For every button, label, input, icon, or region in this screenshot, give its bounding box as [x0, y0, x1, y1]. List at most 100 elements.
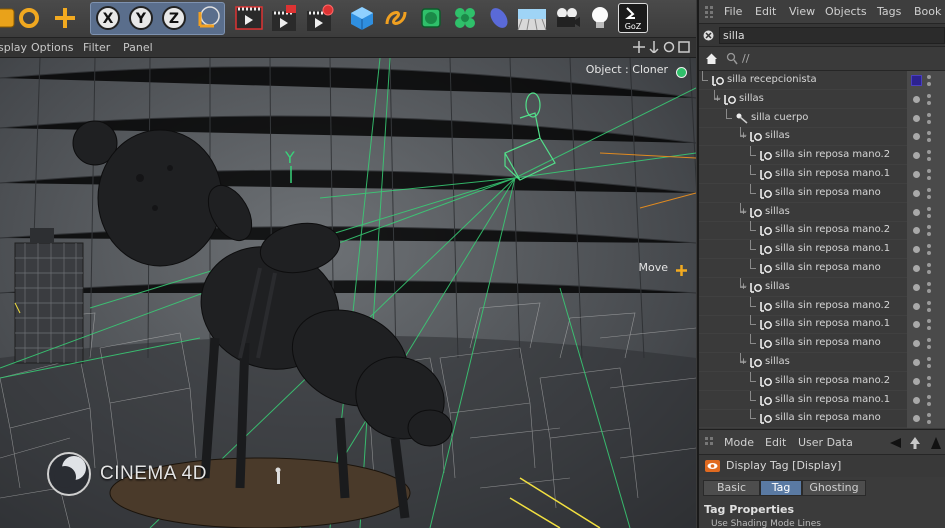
- om-menu-file[interactable]: File: [724, 5, 742, 18]
- layer-dot-icon[interactable]: [913, 415, 920, 423]
- render-visibility-icon[interactable]: [927, 345, 931, 350]
- render-visibility-icon[interactable]: [927, 138, 931, 143]
- render-visibility-icon[interactable]: [927, 232, 931, 237]
- search-crumb-icon[interactable]: [726, 52, 738, 65]
- layer-dot-icon[interactable]: [913, 95, 920, 103]
- layer-dot-icon[interactable]: [913, 359, 920, 366]
- am-menu-mode[interactable]: Mode: [724, 436, 754, 449]
- layer-dot-icon[interactable]: [913, 133, 920, 141]
- layer-dot-icon[interactable]: [913, 396, 920, 404]
- subdivision-icon[interactable]: [416, 3, 446, 33]
- deformer-icon[interactable]: [484, 3, 514, 33]
- tree-row[interactable]: + sillas: [699, 353, 945, 372]
- cube-icon[interactable]: [347, 3, 377, 33]
- tree-row[interactable]: silla sin reposa mano.2: [699, 221, 945, 241]
- move-icon[interactable]: [50, 3, 80, 33]
- axis-z-icon[interactable]: Z: [159, 3, 189, 33]
- editor-visibility-icon[interactable]: [927, 375, 931, 380]
- axis-y-icon[interactable]: Y: [126, 3, 156, 33]
- tree-row[interactable]: silla sin reposa mano.1: [699, 390, 945, 410]
- render-visibility-icon[interactable]: [927, 288, 931, 293]
- om-menu-objects[interactable]: Objects: [825, 5, 867, 18]
- lock-icon[interactable]: [930, 436, 942, 450]
- layer-dot-icon[interactable]: [913, 246, 920, 254]
- editor-visibility-icon[interactable]: [927, 413, 931, 418]
- tree-row[interactable]: silla cuerpo: [699, 108, 945, 128]
- camera-icon[interactable]: [552, 3, 582, 33]
- tree-row[interactable]: + sillas: [699, 89, 945, 109]
- layer-dot-icon[interactable]: [913, 321, 920, 329]
- layer-dot-icon[interactable]: [913, 114, 920, 122]
- tree-expander[interactable]: +: [739, 132, 748, 141]
- layer-dot-icon[interactable]: [913, 171, 920, 178]
- render-visibility-icon[interactable]: [927, 364, 931, 368]
- clear-search-icon[interactable]: [703, 30, 714, 41]
- layer-dot-icon[interactable]: [913, 152, 920, 160]
- dolly-icon[interactable]: [648, 41, 660, 55]
- om-menu-tags[interactable]: Tags: [877, 5, 901, 18]
- render-visibility-icon[interactable]: [927, 194, 931, 199]
- display-tag-icon[interactable]: [911, 75, 922, 86]
- render-visibility-icon[interactable]: [927, 213, 931, 218]
- editor-visibility-icon[interactable]: [927, 319, 931, 324]
- layer-dot-icon[interactable]: [913, 302, 920, 310]
- tree-expander[interactable]: +: [713, 94, 722, 104]
- om-menu-view[interactable]: View: [789, 5, 815, 18]
- viewport-menu-filter[interactable]: Filter: [83, 41, 110, 54]
- tree-row[interactable]: silla sin reposa mano.2: [699, 146, 945, 166]
- axis-x-icon[interactable]: X: [93, 3, 123, 33]
- tree-row[interactable]: silla recepcionista: [699, 71, 945, 90]
- viewport-menu-panel[interactable]: Panel: [123, 41, 153, 54]
- editor-visibility-icon[interactable]: [927, 187, 931, 192]
- render-settings-icon[interactable]: [305, 3, 335, 33]
- layer-dot-icon[interactable]: [913, 208, 920, 216]
- editor-visibility-icon[interactable]: [927, 394, 931, 399]
- layer-dot-icon[interactable]: [913, 377, 920, 385]
- tree-row[interactable]: silla sin reposa mano.1: [699, 315, 945, 335]
- tree-expander[interactable]: +: [739, 358, 748, 367]
- viewport-menu-display[interactable]: splay: [0, 41, 27, 54]
- tree-row[interactable]: silla sin reposa mano.1: [699, 240, 945, 260]
- tree-row[interactable]: silla sin reposa mano.1: [699, 165, 945, 184]
- tree-row[interactable]: silla sin reposa mano.2: [699, 371, 945, 391]
- editor-visibility-icon[interactable]: [927, 263, 931, 267]
- editor-visibility-icon[interactable]: [927, 169, 931, 173]
- render-visibility-icon[interactable]: [927, 401, 931, 406]
- tab-tag[interactable]: Tag: [760, 480, 802, 496]
- am-menu-edit[interactable]: Edit: [765, 436, 786, 449]
- mograph-cloner-icon[interactable]: [450, 3, 480, 33]
- tree-expander[interactable]: +: [739, 207, 748, 217]
- home-icon[interactable]: [705, 52, 718, 65]
- tree-row[interactable]: + sillas: [699, 202, 945, 222]
- editor-visibility-icon[interactable]: [927, 300, 931, 305]
- pan-icon[interactable]: [633, 41, 645, 53]
- light-icon[interactable]: [585, 3, 615, 33]
- om-menu-edit[interactable]: Edit: [755, 5, 776, 18]
- tree-row[interactable]: + sillas: [699, 277, 945, 297]
- render-visibility-icon[interactable]: [927, 100, 931, 105]
- tree-row[interactable]: + sillas: [699, 127, 945, 147]
- tree-row[interactable]: silla sin reposa mano: [699, 183, 945, 203]
- search-input[interactable]: [719, 27, 945, 44]
- editor-visibility-icon[interactable]: [927, 112, 931, 117]
- back-arrow-icon[interactable]: [889, 437, 902, 449]
- am-menu-user-data[interactable]: User Data: [798, 436, 853, 449]
- render-visibility-icon[interactable]: [927, 82, 931, 86]
- render-visibility-icon[interactable]: [927, 270, 931, 274]
- goz-icon[interactable]: GoZ: [618, 3, 648, 33]
- rotate-icon[interactable]: [14, 3, 44, 33]
- maximize-view-icon[interactable]: [678, 41, 690, 53]
- editor-visibility-icon[interactable]: [927, 281, 931, 286]
- editor-visibility-icon[interactable]: [927, 206, 931, 211]
- om-menu-bookmarks[interactable]: Book: [914, 5, 941, 18]
- 3d-viewport[interactable]: Y Object : Cloner Move CINEMA 4D: [0, 58, 696, 528]
- editor-visibility-icon[interactable]: [927, 244, 931, 249]
- render-visibility-icon[interactable]: [927, 326, 931, 331]
- render-visibility-icon[interactable]: [927, 420, 931, 425]
- tab-ghosting[interactable]: Ghosting: [802, 480, 866, 496]
- orbit-icon[interactable]: [663, 41, 675, 53]
- spline-icon[interactable]: [381, 3, 411, 33]
- editor-visibility-icon[interactable]: [927, 75, 931, 79]
- up-arrow-icon[interactable]: [909, 436, 921, 450]
- render-picture-viewer-icon[interactable]: [270, 3, 300, 33]
